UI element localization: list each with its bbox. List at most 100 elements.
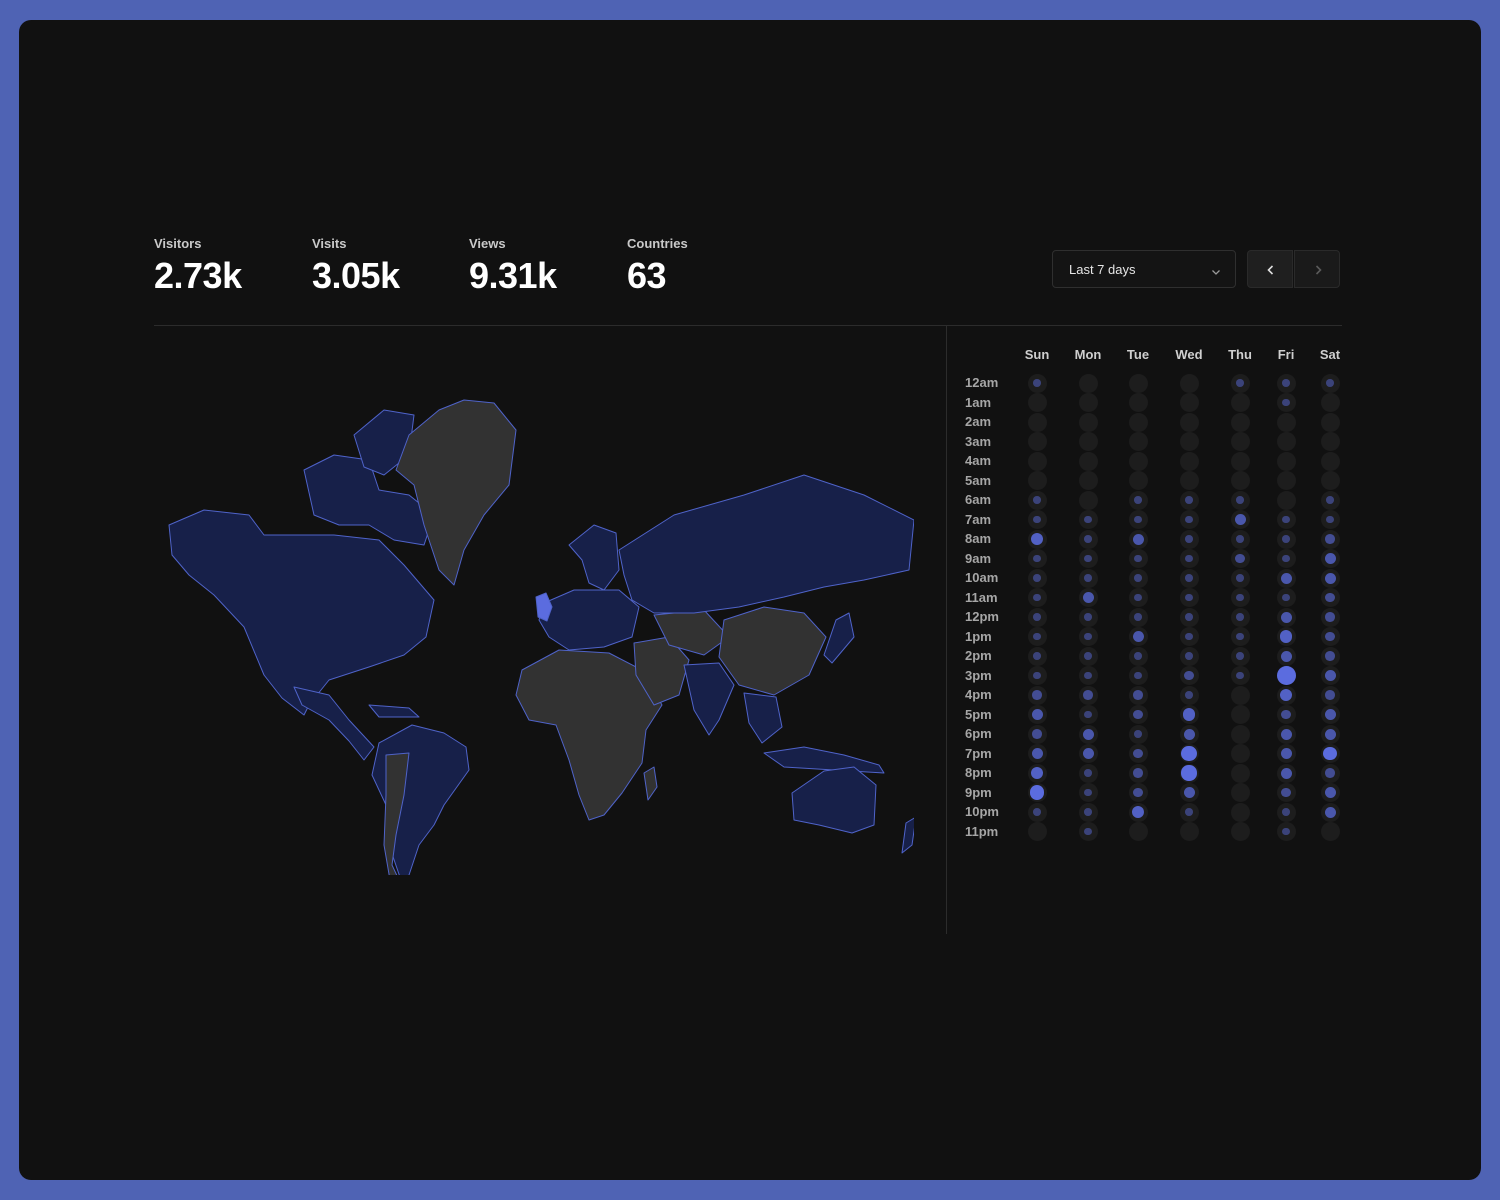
heatmap-day-label: Wed	[1175, 347, 1203, 362]
heatmap-cell[interactable]	[1320, 451, 1340, 471]
heatmap-dot	[1282, 554, 1290, 563]
heatmap-dot	[1133, 690, 1143, 700]
heatmap-cell[interactable]	[1128, 373, 1148, 393]
heatmap-cell[interactable]	[1078, 373, 1098, 393]
heatmap-dot	[1282, 593, 1290, 602]
heatmap-dot	[1183, 787, 1195, 798]
heatmap-cell[interactable]	[1027, 451, 1047, 471]
heatmap-cell[interactable]	[1276, 451, 1296, 471]
heatmap-cell[interactable]	[1230, 432, 1250, 451]
stat-views: Views 9.31k	[469, 236, 619, 297]
heatmap-dot	[1282, 535, 1290, 543]
heatmap-dot	[1084, 788, 1092, 797]
heatmap-cell[interactable]	[1078, 412, 1098, 432]
heatmap-cell[interactable]	[1128, 451, 1148, 471]
heatmap-hour-label: 7pm	[965, 745, 992, 761]
heatmap-cell[interactable]	[1320, 822, 1340, 841]
heatmap-cell[interactable]	[1078, 432, 1098, 451]
heatmap-dot	[1324, 709, 1336, 720]
heatmap-cell[interactable]	[1230, 393, 1250, 412]
header-divider	[154, 325, 1342, 326]
heatmap-dot	[1033, 496, 1041, 504]
heatmap-dot	[1082, 592, 1094, 603]
heatmap-hour-label: 2am	[965, 414, 992, 429]
heatmap-cell[interactable]	[1078, 393, 1098, 412]
heatmap-cell[interactable]	[1320, 432, 1340, 451]
date-range-select[interactable]: Last 7 days	[1052, 250, 1236, 288]
heatmap-dot	[1084, 827, 1092, 836]
heatmap-cell[interactable]	[1320, 393, 1340, 412]
heatmap-dot	[1084, 652, 1092, 660]
heatmap-dot	[1134, 730, 1142, 738]
heatmap-cell[interactable]	[1230, 724, 1250, 744]
heatmap-cell[interactable]	[1027, 432, 1047, 451]
heatmap-cell[interactable]	[1276, 471, 1296, 490]
heatmap-dot	[1185, 691, 1193, 699]
heatmap-cell[interactable]	[1230, 802, 1250, 822]
heatmap-cell[interactable]	[1230, 685, 1250, 705]
heatmap-dot	[1236, 632, 1244, 641]
heatmap-dot	[1184, 670, 1194, 681]
stat-value: 3.05k	[312, 255, 400, 296]
heatmap-dot	[1185, 574, 1193, 582]
heatmap-cell[interactable]	[1230, 763, 1250, 783]
previous-period-button[interactable]	[1247, 250, 1293, 288]
heatmap-cell[interactable]	[1320, 471, 1340, 490]
heatmap-cell[interactable]	[1276, 490, 1296, 510]
heatmap-dot	[1325, 768, 1335, 778]
heatmap-hour-label: 8pm	[965, 765, 992, 780]
heatmap-cell[interactable]	[1179, 471, 1199, 490]
heatmap-hour-label: 4pm	[965, 687, 992, 702]
heatmap-cell[interactable]	[1230, 451, 1250, 471]
heatmap-dot	[1031, 709, 1043, 720]
heatmap-dot	[1185, 554, 1193, 563]
world-map[interactable]	[164, 375, 917, 884]
heatmap-dot	[1325, 690, 1335, 700]
heatmap-cell[interactable]	[1128, 412, 1148, 432]
heatmap-cell[interactable]	[1179, 412, 1199, 432]
heatmap-cell[interactable]	[1230, 705, 1250, 724]
heatmap-cell[interactable]	[1027, 471, 1047, 490]
heatmap-dot	[1033, 379, 1041, 387]
heatmap-dot	[1279, 630, 1293, 643]
heatmap-cell[interactable]	[1276, 432, 1296, 451]
heatmap-dot	[1084, 671, 1092, 680]
heatmap-cell[interactable]	[1230, 822, 1250, 841]
heatmap-cell[interactable]	[1320, 412, 1340, 432]
heatmap-cell[interactable]	[1027, 822, 1047, 841]
heatmap-cell[interactable]	[1128, 393, 1148, 412]
heatmap-cell[interactable]	[1230, 412, 1250, 432]
heatmap-cell[interactable]	[1027, 412, 1047, 432]
heatmap-cell[interactable]	[1276, 412, 1296, 432]
heatmap-cell[interactable]	[1179, 373, 1199, 393]
heatmap-dot	[1082, 748, 1094, 759]
heatmap-cell[interactable]	[1179, 822, 1199, 841]
map-region-caribbean	[368, 704, 420, 718]
heatmap-dot	[1325, 651, 1335, 661]
heatmap-dot	[1282, 808, 1290, 816]
stat-label: Countries	[627, 236, 688, 251]
heatmap-cell[interactable]	[1230, 744, 1250, 763]
heatmap-cell[interactable]	[1128, 822, 1148, 841]
heatmap-dot	[1084, 613, 1092, 621]
heatmap-cell[interactable]	[1027, 393, 1047, 412]
heatmap-dot	[1324, 553, 1336, 564]
next-period-button[interactable]	[1294, 250, 1340, 288]
heatmap-cell[interactable]	[1078, 490, 1098, 510]
heatmap-cell[interactable]	[1128, 432, 1148, 451]
heatmap-cell[interactable]	[1078, 451, 1098, 471]
heatmap-cell[interactable]	[1179, 393, 1199, 412]
heatmap-cell[interactable]	[1179, 451, 1199, 471]
heatmap-cell[interactable]	[1230, 783, 1250, 802]
heatmap-hour-label: 11pm	[965, 823, 999, 839]
heatmap-dot	[1033, 652, 1041, 660]
heatmap-dot	[1323, 746, 1337, 761]
heatmap-cell[interactable]	[1179, 432, 1199, 451]
heatmap-dot	[1181, 745, 1197, 762]
heatmap-cell[interactable]	[1078, 471, 1098, 490]
heatmap-dot	[1084, 808, 1092, 816]
heatmap-cell[interactable]	[1230, 471, 1250, 490]
heatmap-dot	[1325, 592, 1335, 603]
heatmap-dot	[1134, 652, 1142, 660]
heatmap-cell[interactable]	[1128, 471, 1148, 490]
